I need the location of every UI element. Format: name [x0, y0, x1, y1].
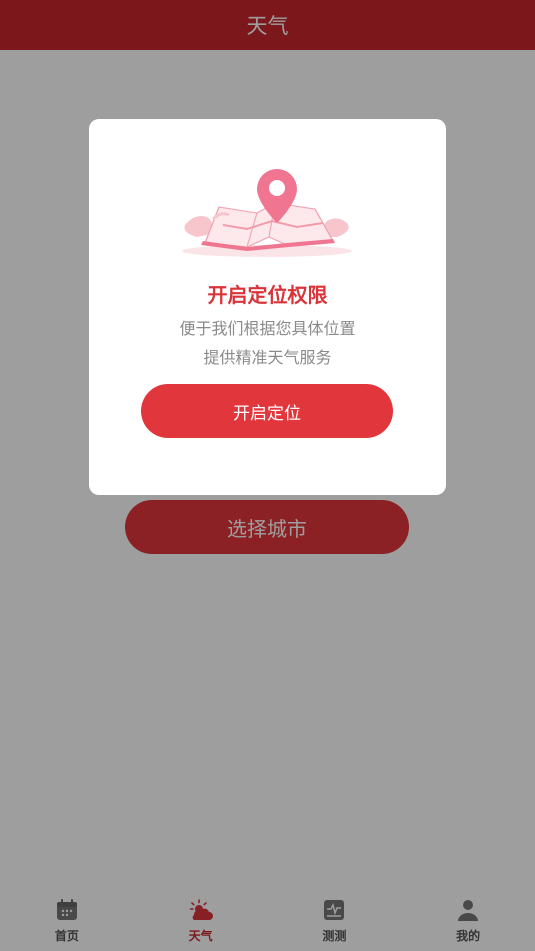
- location-map-illustration: [182, 169, 352, 257]
- dialog-description-line-2: 提供精准天气服务: [203, 348, 332, 367]
- location-permission-dialog: 开启定位权限 便于我们根据您具体位置 提供精准天气服务 开启定位: [89, 119, 446, 495]
- enable-location-button[interactable]: 开启定位: [141, 384, 393, 438]
- dialog-title: 开启定位权限: [207, 283, 328, 307]
- dialog-description-line-1: 便于我们根据您具体位置: [179, 319, 356, 338]
